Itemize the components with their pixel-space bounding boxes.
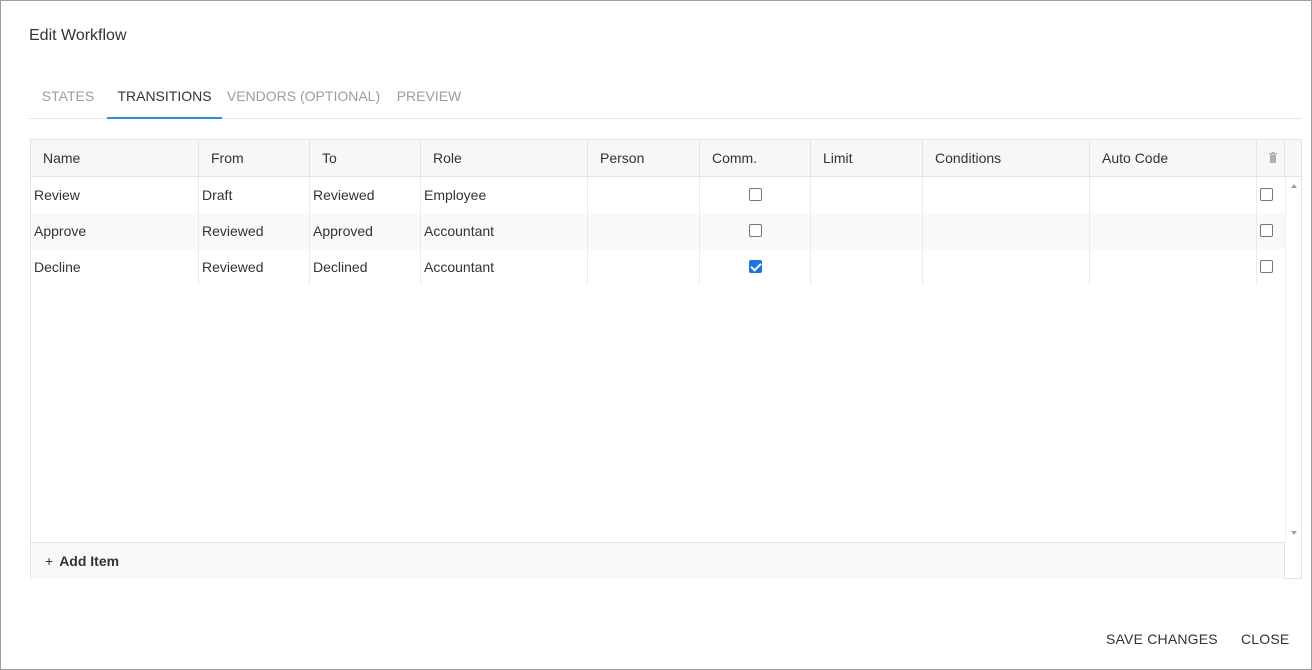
tab-bar: STATES TRANSITIONS VENDORS (OPTIONAL) PR…	[29, 77, 1302, 119]
cell-conditions[interactable]	[923, 177, 1090, 213]
tab-transitions[interactable]: TRANSITIONS	[107, 77, 222, 119]
transitions-grid: Name From To Role Person Comm. Limit Con…	[30, 139, 1302, 579]
edit-workflow-dialog: Edit Workflow STATES TRANSITIONS VENDORS…	[0, 0, 1312, 670]
grid-header: Name From To Role Person Comm. Limit Con…	[31, 140, 1301, 177]
cell-name[interactable]: Decline	[31, 249, 199, 285]
column-header-delete[interactable]	[1257, 140, 1285, 176]
cell-comm	[700, 249, 811, 285]
add-item-label: Add Item	[59, 553, 120, 569]
plus-icon: +	[45, 553, 54, 569]
cell-select	[1257, 213, 1285, 249]
cell-role[interactable]: Accountant	[421, 249, 588, 285]
table-row[interactable]: Decline Reviewed Declined Accountant	[31, 249, 1285, 285]
cell-role[interactable]: Employee	[421, 177, 588, 213]
cell-role[interactable]: Accountant	[421, 213, 588, 249]
cell-auto-code[interactable]	[1090, 177, 1257, 213]
scroll-up-arrow-icon[interactable]	[1291, 184, 1297, 188]
cell-limit[interactable]	[811, 177, 923, 213]
cell-to[interactable]: Reviewed	[310, 177, 421, 213]
dialog-title: Edit Workflow	[29, 27, 127, 44]
close-button[interactable]: CLOSE	[1241, 631, 1289, 647]
scroll-down-arrow-icon[interactable]	[1291, 531, 1297, 535]
column-header-comm[interactable]: Comm.	[700, 140, 811, 176]
cell-person[interactable]	[588, 249, 700, 285]
cell-conditions[interactable]	[923, 249, 1090, 285]
column-header-person[interactable]: Person	[588, 140, 700, 176]
row-select-checkbox[interactable]	[1260, 260, 1273, 273]
tab-states[interactable]: STATES	[29, 77, 107, 119]
cell-limit[interactable]	[811, 213, 923, 249]
cell-limit[interactable]	[811, 249, 923, 285]
column-header-role[interactable]: Role	[421, 140, 588, 176]
column-header-from[interactable]: From	[199, 140, 310, 176]
save-changes-button[interactable]: SAVE CHANGES	[1106, 631, 1218, 647]
cell-auto-code[interactable]	[1090, 213, 1257, 249]
trash-icon[interactable]	[1269, 152, 1277, 163]
tab-vendors[interactable]: VENDORS (OPTIONAL)	[222, 77, 385, 119]
column-header-auto-code[interactable]: Auto Code	[1090, 140, 1257, 176]
cell-person[interactable]	[588, 177, 700, 213]
cell-select	[1257, 177, 1285, 213]
cell-comm	[700, 213, 811, 249]
column-header-to[interactable]: To	[310, 140, 421, 176]
add-item-button[interactable]: + Add Item	[45, 543, 119, 579]
cell-from[interactable]: Reviewed	[199, 249, 310, 285]
comm-checkbox[interactable]	[749, 224, 762, 237]
column-header-conditions[interactable]: Conditions	[923, 140, 1090, 176]
row-select-checkbox[interactable]	[1260, 188, 1273, 201]
cell-comm	[700, 177, 811, 213]
comm-checkbox[interactable]	[749, 188, 762, 201]
cell-auto-code[interactable]	[1090, 249, 1257, 285]
grid-footer: + Add Item	[31, 542, 1285, 579]
column-header-limit[interactable]: Limit	[811, 140, 923, 176]
tab-preview[interactable]: PREVIEW	[385, 77, 473, 119]
cell-name[interactable]: Approve	[31, 213, 199, 249]
cell-from[interactable]: Draft	[199, 177, 310, 213]
row-select-checkbox[interactable]	[1260, 224, 1273, 237]
cell-from[interactable]: Reviewed	[199, 213, 310, 249]
grid-vertical-scrollbar[interactable]	[1285, 177, 1301, 542]
grid-body: Review Draft Reviewed Employee Approve R…	[31, 177, 1285, 542]
cell-name[interactable]: Review	[31, 177, 199, 213]
table-row[interactable]: Review Draft Reviewed Employee	[31, 177, 1285, 213]
comm-checkbox[interactable]	[749, 260, 762, 273]
column-header-name[interactable]: Name	[31, 140, 199, 176]
table-row[interactable]: Approve Reviewed Approved Accountant	[31, 213, 1285, 249]
cell-conditions[interactable]	[923, 213, 1090, 249]
cell-to[interactable]: Approved	[310, 213, 421, 249]
cell-person[interactable]	[588, 213, 700, 249]
cell-to[interactable]: Declined	[310, 249, 421, 285]
cell-select	[1257, 249, 1285, 285]
